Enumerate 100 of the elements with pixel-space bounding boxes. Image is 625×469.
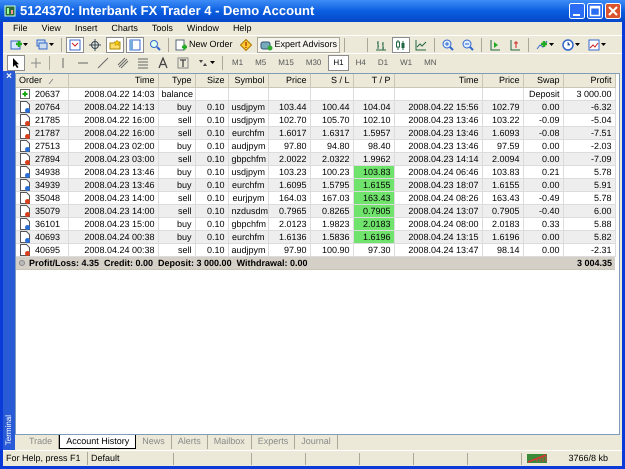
folder-star-button[interactable]	[106, 36, 124, 52]
table-cell: 1.6155	[353, 178, 394, 191]
table-cell: gbpchfm	[228, 217, 268, 230]
minimize-icon[interactable]	[569, 3, 585, 19]
crosshair-button[interactable]	[86, 36, 104, 52]
close-button[interactable]: ×	[6, 72, 12, 82]
menu-item[interactable]: Window	[180, 22, 225, 35]
table-cell: buy	[158, 139, 195, 152]
column-header[interactable]: Order	[16, 74, 68, 87]
menu-item[interactable]: Insert	[68, 22, 104, 35]
column-header[interactable]: Price	[482, 74, 523, 87]
table-cell: 98.14	[482, 243, 523, 256]
table-cell: 35048	[35, 192, 60, 204]
table-cell: buy	[158, 100, 195, 113]
table-cell: 27513	[35, 140, 60, 152]
table-cell: 2008.04.22 16:00	[68, 113, 158, 126]
column-header[interactable]: Profit	[563, 74, 615, 87]
table-cell: -2.31	[563, 243, 615, 256]
table-cell: 0.10	[195, 191, 228, 204]
panel-button[interactable]	[126, 36, 144, 52]
document-plus-icon	[175, 38, 187, 50]
table-cell: 103.22	[482, 113, 523, 126]
timeframe-button[interactable]: M5	[250, 54, 272, 70]
column-header[interactable]: Swap	[523, 74, 563, 87]
terminal-label: Terminal	[3, 414, 14, 445]
table-cell: 0.10	[195, 230, 228, 243]
status-text: 3766/8 kb	[567, 452, 609, 465]
table-cell: audjpym	[228, 139, 268, 152]
menu-item[interactable]: Help	[226, 22, 258, 35]
table-cell: 104.04	[353, 100, 394, 113]
bar-chart-icon	[375, 38, 388, 50]
timeframe-button[interactable]: M15	[273, 54, 299, 70]
table-cell: 20764	[35, 100, 60, 112]
table-cell: 2008.04.23 14:00	[68, 204, 158, 217]
table-cell: 21785	[35, 114, 60, 126]
clock-icon	[562, 38, 574, 50]
tab[interactable]: Account History	[59, 435, 136, 449]
timeframe-button[interactable]: H1	[328, 54, 349, 70]
candlestick-icon	[395, 38, 408, 50]
table-cell: sell	[158, 191, 195, 204]
trend-line-icon	[97, 56, 109, 68]
zoom-in-icon	[442, 38, 454, 50]
table-cell: 103.44	[268, 100, 310, 113]
menu-item[interactable]: Tools	[146, 22, 179, 35]
menu-item[interactable]: File	[7, 22, 34, 35]
menu-item[interactable]: Charts	[105, 22, 144, 35]
column-header[interactable]: Symbol	[228, 74, 268, 87]
table-cell: 0.21	[523, 165, 563, 178]
table-cell: 2008.04.23 13:46	[68, 165, 158, 178]
timeframe-button[interactable]: M1	[227, 54, 248, 70]
cursor-button[interactable]	[7, 54, 25, 70]
table-cell: Deposit	[523, 87, 563, 100]
windows-icon	[36, 38, 48, 50]
table-cell: 0.10	[195, 113, 228, 126]
column-header[interactable]: Type	[158, 74, 195, 87]
timeframe-button[interactable]: W1	[395, 54, 418, 70]
caret-icon	[549, 43, 554, 46]
indicator-plus-icon	[536, 38, 548, 50]
folder-star-icon	[109, 38, 121, 50]
table-cell: 2.0183	[353, 217, 394, 230]
expert-advisors-button[interactable]: Expert Advisors	[256, 36, 340, 52]
table-cell: 2008.04.23 13:46	[394, 113, 482, 126]
table-cell: 94.80	[310, 139, 353, 152]
template-icon	[588, 38, 600, 50]
maximize-icon[interactable]	[587, 3, 603, 19]
close-icon[interactable]	[605, 3, 621, 19]
new-order-button[interactable]: New Order	[173, 36, 235, 52]
menu-item[interactable]: View	[36, 22, 67, 35]
column-header[interactable]: Size	[195, 74, 228, 87]
caret-icon	[575, 43, 580, 46]
table-cell: 2008.04.24 08:26	[394, 191, 482, 204]
table-cell: 5.91	[563, 178, 615, 191]
table-cell: 6.00	[563, 204, 615, 217]
table-cell: 5.88	[563, 217, 615, 230]
label-tool-icon	[177, 56, 189, 68]
column-header[interactable]: Time	[68, 74, 158, 87]
channel-icon	[117, 56, 129, 68]
column-header[interactable]: S / L	[310, 74, 353, 87]
table-cell: 0.8265	[310, 204, 353, 217]
app-icon	[4, 5, 16, 17]
table-cell: 0.00	[523, 178, 563, 191]
summary-text: Profit/Loss: 4.35 Credit: 0.00 Deposit: 3 000.00 Withdrawal: 0.00	[29, 256, 308, 268]
table-cell: 21787	[35, 126, 60, 138]
table-cell: 0.10	[195, 243, 228, 256]
candlestick-button[interactable]	[392, 36, 410, 52]
crosshair-icon	[30, 56, 42, 68]
column-header[interactable]: Price	[268, 74, 310, 87]
table-cell: 1.9823	[310, 217, 353, 230]
table-cell: 2008.04.22 16:00	[68, 126, 158, 139]
table-cell: 1.6093	[482, 126, 523, 139]
timeframe-button[interactable]: MN	[419, 54, 442, 70]
timeframe-button[interactable]: M30	[300, 54, 326, 70]
add-chart-icon	[10, 38, 22, 50]
column-header[interactable]: T / P	[353, 74, 394, 87]
window-title: 5124370: Interbank FX Trader 4 - Demo Account	[20, 2, 316, 20]
column-header[interactable]: Time	[394, 74, 482, 87]
timeframe-button[interactable]: D1	[372, 54, 394, 70]
table-cell: 98.40	[353, 139, 394, 152]
table-cell: 3 000.00	[563, 87, 615, 100]
timeframe-button[interactable]: H4	[350, 54, 371, 70]
